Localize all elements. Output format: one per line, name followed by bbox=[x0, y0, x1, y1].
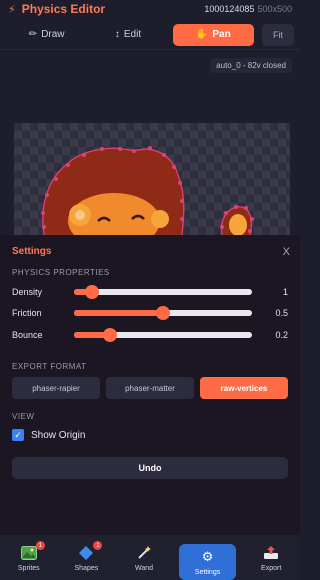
editor-canvas[interactable] bbox=[14, 123, 290, 235]
format-phaser-matter-button[interactable]: phaser-matter bbox=[106, 377, 194, 399]
density-slider-thumb[interactable] bbox=[84, 285, 99, 299]
file-info: 1000124085 500x500 bbox=[204, 4, 292, 14]
view-heading: VIEW bbox=[12, 412, 35, 421]
magic-wand-icon bbox=[135, 544, 153, 562]
shape-status-badge: auto_0 - 82v closed bbox=[210, 58, 292, 73]
edit-tool-label: Edit bbox=[123, 29, 142, 40]
friction-slider-fill bbox=[74, 310, 163, 316]
edit-tool-button[interactable]: ↕ Edit bbox=[87, 24, 168, 46]
friction-slider-thumb[interactable] bbox=[156, 306, 170, 320]
image-icon: 1 bbox=[20, 541, 45, 562]
hand-icon: ✋ bbox=[195, 29, 209, 40]
show-origin-checkbox[interactable]: ✓ bbox=[12, 429, 24, 441]
density-value: 1 bbox=[282, 287, 288, 297]
density-row: Density 1 bbox=[12, 285, 288, 299]
nav-settings[interactable]: ⚙ Settings bbox=[178, 544, 237, 580]
app-header: ⚡ Physics Editor 1000124085 500x500 bbox=[0, 0, 300, 18]
bounce-row: Bounce 0.2 bbox=[12, 328, 288, 342]
sprites-badge: 1 bbox=[35, 541, 45, 550]
draw-tool-button[interactable]: ✏ Draw bbox=[6, 24, 87, 46]
format-phaser-rapier-button[interactable]: phaser-rapier bbox=[12, 377, 100, 399]
move-vertical-icon: ↕ bbox=[114, 29, 120, 40]
export-format-group: phaser-rapier phaser-matter raw-vertices bbox=[12, 377, 288, 399]
show-origin-row[interactable]: ✓ Show Origin bbox=[12, 429, 85, 441]
draw-tool-label: Draw bbox=[41, 29, 65, 40]
app-title: Physics Editor bbox=[21, 2, 106, 16]
friction-row: Friction 0.5 bbox=[12, 306, 288, 320]
friction-label: Friction bbox=[12, 308, 42, 318]
pan-tool-button[interactable]: ✋ Pan bbox=[172, 23, 254, 46]
nav-wand-label: Wand bbox=[134, 565, 153, 572]
export-format-heading: EXPORT FORMAT bbox=[12, 362, 87, 371]
bounce-slider[interactable] bbox=[74, 328, 252, 342]
tool-bar: ✏ Draw ↕ Edit ✋ Pan Fit bbox=[0, 20, 300, 50]
bounce-label: Bounce bbox=[12, 330, 43, 340]
image-dimensions: 500x500 bbox=[257, 4, 292, 14]
density-label: Density bbox=[12, 287, 43, 297]
format-raw-vertices-button[interactable]: raw-vertices bbox=[200, 377, 288, 399]
nav-shapes-label: Shapes bbox=[74, 565, 99, 572]
diamond-icon: 1 bbox=[77, 541, 103, 562]
bottom-nav: 1 Sprites 1 Shapes Wand ⚙ Settings Expor… bbox=[0, 540, 300, 580]
nav-wand[interactable]: Wand bbox=[115, 540, 173, 580]
nav-sprites[interactable]: 1 Sprites bbox=[0, 540, 58, 580]
pan-tool-label: Pan bbox=[212, 29, 231, 40]
friction-slider[interactable] bbox=[74, 306, 252, 320]
bounce-slider-thumb[interactable] bbox=[102, 328, 117, 342]
undo-button[interactable]: Undo bbox=[12, 457, 288, 479]
nav-shapes[interactable]: 1 Shapes bbox=[58, 540, 116, 580]
file-id: 1000124085 bbox=[204, 4, 255, 14]
settings-panel: Settings X PHYSICS PROPERTIES Density 1 … bbox=[0, 235, 300, 535]
gear-icon: ⚙ bbox=[201, 549, 214, 564]
show-origin-label: Show Origin bbox=[31, 429, 86, 441]
close-icon[interactable]: X bbox=[283, 246, 290, 258]
density-slider[interactable] bbox=[74, 285, 252, 299]
export-icon bbox=[262, 544, 280, 562]
nav-export-label: Export bbox=[261, 565, 282, 572]
shapes-badge: 1 bbox=[93, 541, 103, 550]
nav-sprites-label: Sprites bbox=[17, 565, 40, 572]
pencil-icon: ✏ bbox=[28, 29, 38, 40]
nav-export[interactable]: Export bbox=[242, 540, 300, 580]
fit-button[interactable]: Fit bbox=[261, 23, 294, 46]
friction-value: 0.5 bbox=[275, 308, 288, 318]
lightning-icon: ⚡ bbox=[8, 3, 16, 16]
settings-title: Settings bbox=[12, 246, 52, 257]
bounce-value: 0.2 bbox=[275, 330, 288, 340]
nav-settings-label: Settings bbox=[194, 569, 221, 576]
physics-properties-heading: PHYSICS PROPERTIES bbox=[12, 268, 110, 277]
sprite-preview bbox=[41, 146, 254, 235]
